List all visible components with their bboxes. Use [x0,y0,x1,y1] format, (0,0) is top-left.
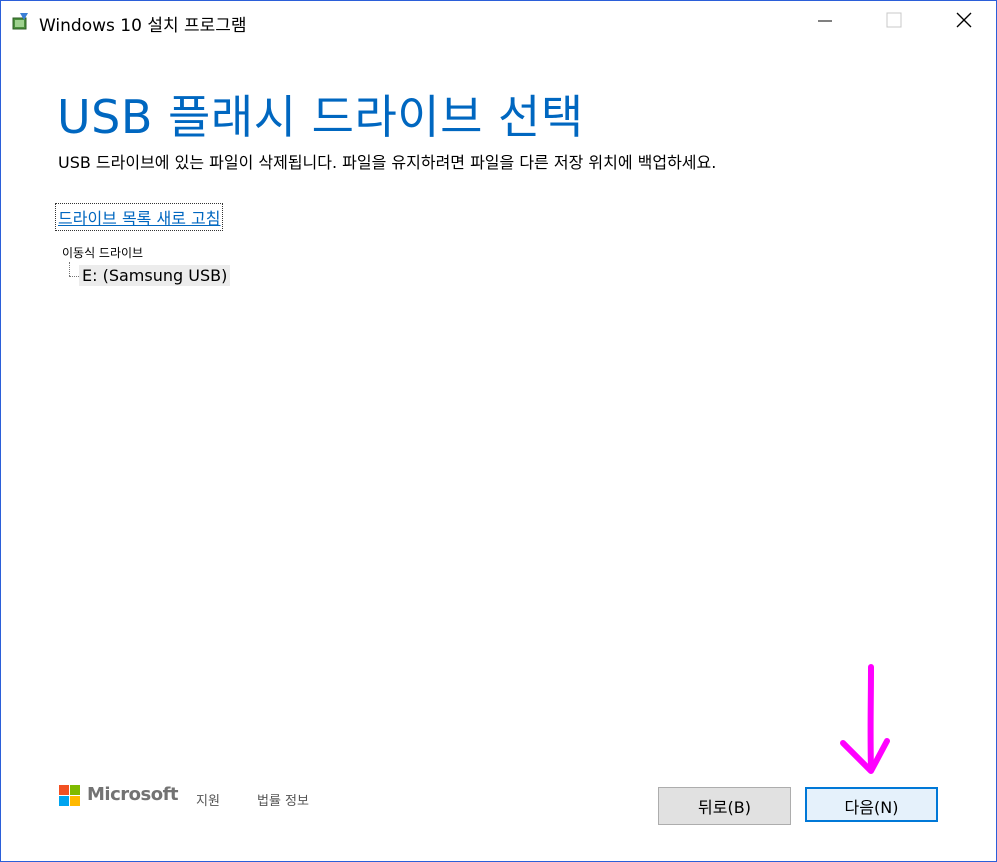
microsoft-logo-icon [59,785,81,807]
refresh-drive-list-link[interactable]: 드라이브 목록 새로 고침 [54,203,224,231]
page-description: USB 드라이브에 있는 파일이 삭제됩니다. 파일을 유지하려면 파일을 다른… [58,153,717,172]
window-title: Windows 10 설치 프로그램 [39,16,247,36]
tree-connector [69,262,70,276]
maximize-icon [886,12,902,28]
close-icon [956,12,972,28]
page-title: USB 플래시 드라이브 선택 [57,90,584,144]
back-button[interactable]: 뒤로(B) [658,787,791,825]
close-button[interactable] [941,1,987,41]
support-link[interactable]: 지원 [196,790,220,809]
maximize-button[interactable] [871,1,917,41]
tree-connector [69,276,79,277]
minimize-button[interactable] [801,1,847,41]
microsoft-brand-text: Microsoft [87,784,179,805]
setup-window: Windows 10 설치 프로그램 USB 플래시 드라이브 선택 USB 드… [0,0,997,862]
title-bar[interactable]: Windows 10 설치 프로그램 [1,1,996,41]
removable-drives-group-label: 이동식 드라이브 [62,246,144,260]
legal-info-link[interactable]: 법률 정보 [257,790,309,809]
minimize-icon [818,20,832,22]
drive-item-e[interactable]: E: (Samsung USB) [79,265,231,286]
arrow-down-icon [840,664,890,774]
setup-app-icon [12,13,28,30]
next-button[interactable]: 다음(N) [805,787,938,822]
